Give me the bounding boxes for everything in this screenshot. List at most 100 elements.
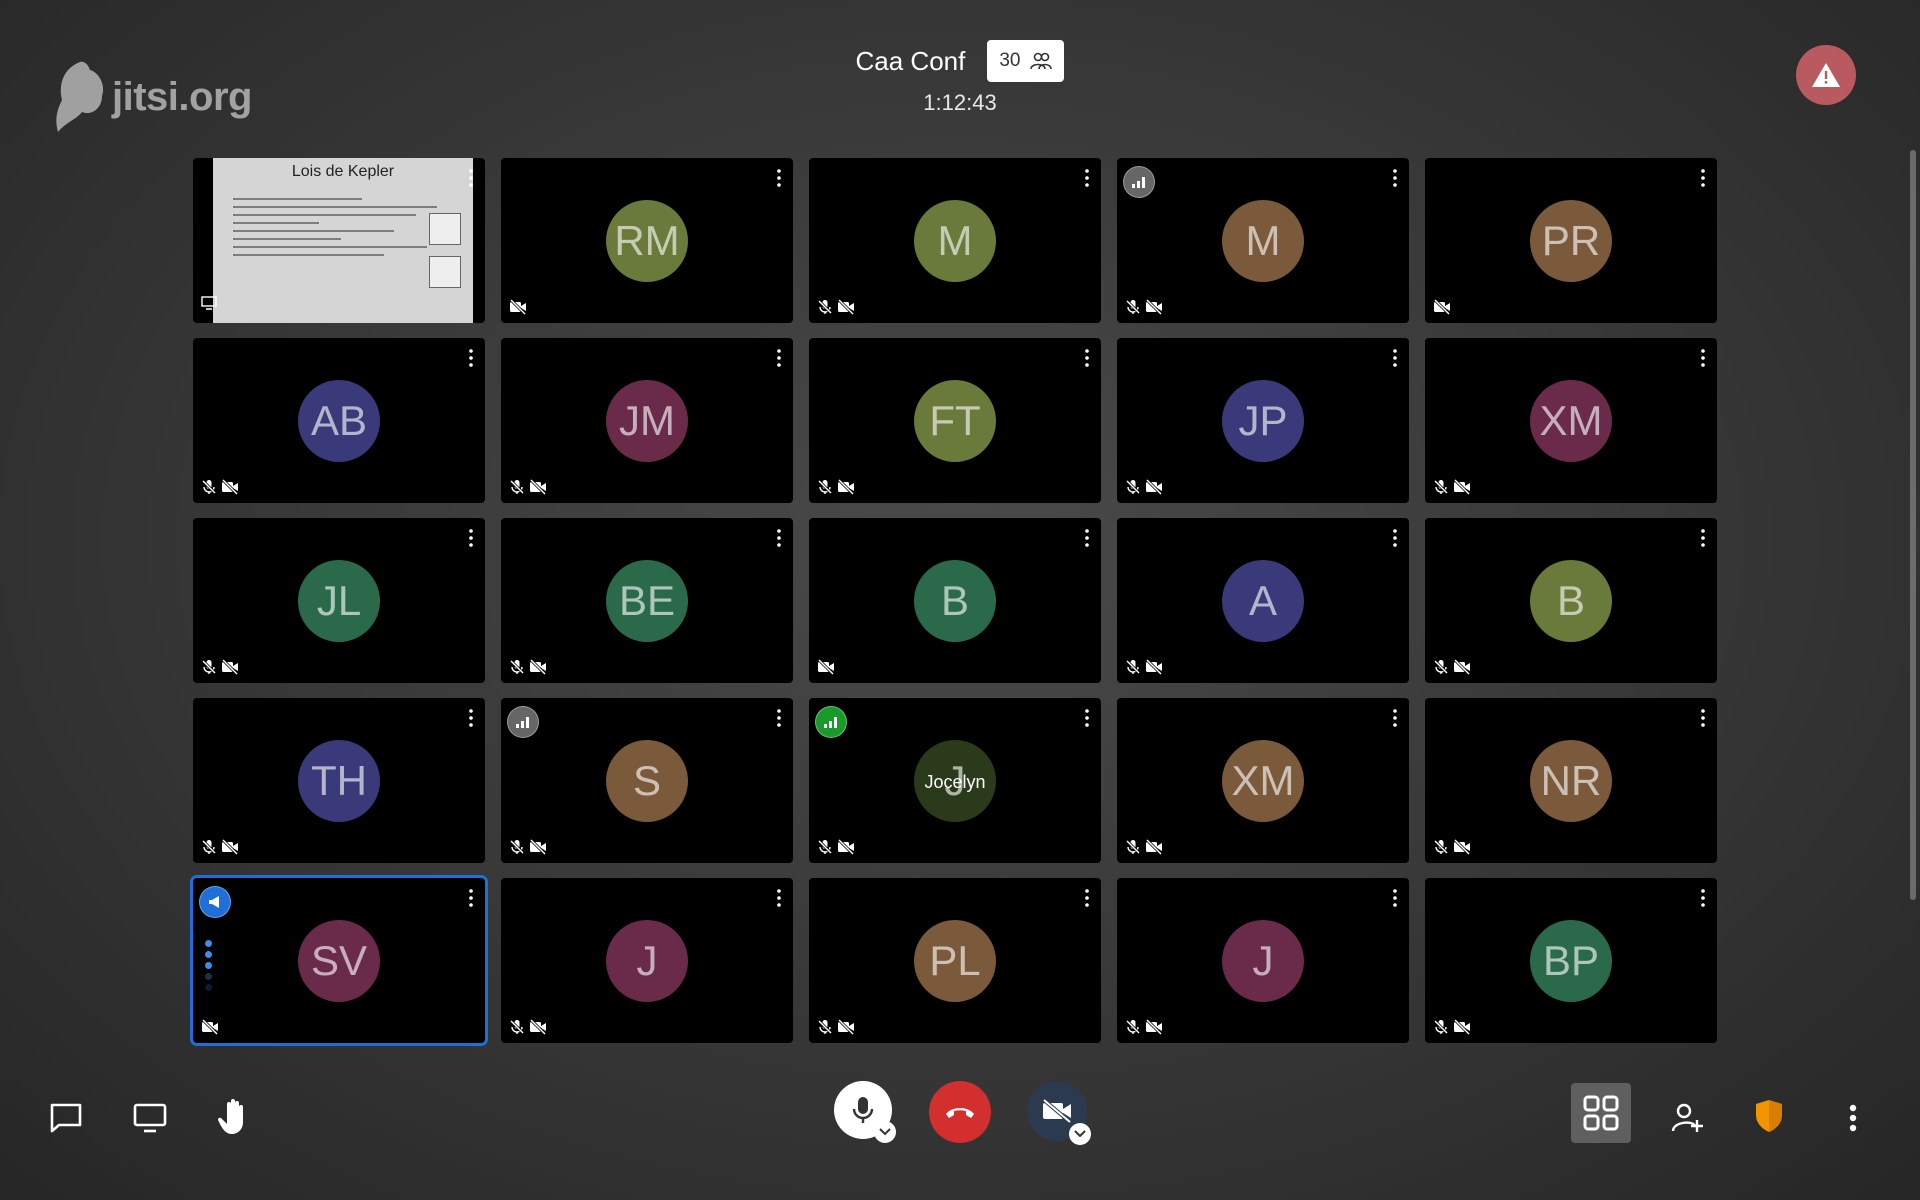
participant-tile[interactable]: XM bbox=[1117, 698, 1409, 863]
status-indicators bbox=[1125, 1019, 1163, 1035]
microphone-options-button[interactable] bbox=[874, 1121, 896, 1143]
status-indicators bbox=[1125, 659, 1163, 675]
participant-tile[interactable]: J bbox=[501, 878, 793, 1043]
participant-tile[interactable]: FT bbox=[809, 338, 1101, 503]
participant-tile[interactable]: XM bbox=[1425, 338, 1717, 503]
more-icon[interactable] bbox=[1083, 888, 1091, 908]
participant-tile[interactable]: SV bbox=[193, 878, 485, 1043]
security-icon bbox=[1756, 1100, 1782, 1132]
raise-hand-button[interactable] bbox=[214, 1096, 256, 1138]
more-icon[interactable] bbox=[1699, 348, 1707, 368]
status-indicators bbox=[1433, 479, 1471, 495]
participant-tile[interactable]: A bbox=[1117, 518, 1409, 683]
more-icon[interactable] bbox=[1083, 528, 1091, 548]
more-icon[interactable] bbox=[1699, 528, 1707, 548]
participant-tile[interactable]: NR bbox=[1425, 698, 1717, 863]
more-icon[interactable] bbox=[1699, 888, 1707, 908]
more-icon[interactable] bbox=[467, 168, 475, 188]
avatar-initials: JP bbox=[1238, 396, 1288, 444]
security-button[interactable] bbox=[1751, 1096, 1787, 1136]
more-icon[interactable] bbox=[467, 888, 475, 908]
avatar: M bbox=[1222, 199, 1304, 282]
participant-tile[interactable]: AB bbox=[193, 338, 485, 503]
avatar: FT bbox=[914, 379, 996, 462]
camera-off-icon bbox=[1453, 659, 1471, 675]
avatar-initials: XM bbox=[1231, 756, 1295, 804]
participant-tile[interactable]: B bbox=[1425, 518, 1717, 683]
more-icon[interactable] bbox=[1699, 708, 1707, 728]
audio-level-indicator bbox=[205, 936, 213, 995]
more-icon[interactable] bbox=[1391, 348, 1399, 368]
tile-view-button[interactable] bbox=[1571, 1083, 1631, 1143]
participant-tile[interactable]: JP bbox=[1117, 338, 1409, 503]
more-icon[interactable] bbox=[467, 348, 475, 368]
camera-off-icon bbox=[529, 479, 547, 495]
participant-tile[interactable]: B bbox=[809, 518, 1101, 683]
chat-button[interactable] bbox=[46, 1098, 86, 1138]
chat-icon bbox=[50, 1103, 82, 1133]
mic-muted-icon bbox=[1125, 659, 1141, 675]
status-indicators bbox=[201, 479, 239, 495]
participant-tile[interactable]: JL bbox=[193, 518, 485, 683]
camera-off-icon bbox=[1453, 839, 1471, 855]
participant-tile[interactable]: J bbox=[1117, 878, 1409, 1043]
more-icon[interactable] bbox=[775, 888, 783, 908]
mic-muted-icon bbox=[509, 1019, 525, 1035]
camera-button[interactable] bbox=[1027, 1081, 1091, 1145]
camera-off-icon bbox=[221, 659, 239, 675]
participant-tile[interactable]: BP bbox=[1425, 878, 1717, 1043]
more-icon[interactable] bbox=[1083, 168, 1091, 188]
participant-tile[interactable]: PL bbox=[809, 878, 1101, 1043]
mic-muted-icon bbox=[201, 659, 217, 675]
more-icon[interactable] bbox=[1391, 168, 1399, 188]
invite-button[interactable] bbox=[1667, 1098, 1707, 1138]
slide-figure bbox=[429, 213, 461, 245]
more-icon[interactable] bbox=[467, 708, 475, 728]
avatar: JP bbox=[1222, 379, 1304, 462]
participant-tile[interactable]: J Jocelyn bbox=[809, 698, 1101, 863]
more-icon[interactable] bbox=[1083, 708, 1091, 728]
toolbar bbox=[0, 1050, 1920, 1200]
connection-indicator[interactable] bbox=[507, 706, 539, 738]
more-icon[interactable] bbox=[775, 348, 783, 368]
hangup-icon bbox=[946, 1108, 974, 1118]
more-icon[interactable] bbox=[1083, 348, 1091, 368]
mic-muted-icon bbox=[1125, 299, 1141, 315]
more-icon[interactable] bbox=[1699, 168, 1707, 188]
screen-share-tile[interactable]: Lois de Kepler bbox=[193, 158, 485, 323]
microphone-button[interactable] bbox=[834, 1081, 896, 1143]
more-icon[interactable] bbox=[775, 528, 783, 548]
participant-tile[interactable]: BE bbox=[501, 518, 793, 683]
more-actions-button[interactable] bbox=[1838, 1098, 1868, 1138]
participant-tile[interactable]: TH bbox=[193, 698, 485, 863]
participants-count-button[interactable]: 30 bbox=[987, 40, 1065, 82]
screen-share-button[interactable] bbox=[130, 1098, 170, 1138]
connection-indicator[interactable] bbox=[815, 706, 847, 738]
camera-options-button[interactable] bbox=[1069, 1123, 1091, 1145]
avatar: PR bbox=[1530, 199, 1612, 282]
hangup-button[interactable] bbox=[929, 1081, 991, 1143]
more-icon[interactable] bbox=[775, 168, 783, 188]
more-icon[interactable] bbox=[775, 708, 783, 728]
grid-scrollbar[interactable] bbox=[1910, 150, 1916, 900]
mic-muted-icon bbox=[509, 479, 525, 495]
avatar-initials: JM bbox=[619, 396, 675, 444]
participant-tile[interactable]: PR bbox=[1425, 158, 1717, 323]
avatar: BP bbox=[1530, 919, 1612, 1002]
participant-tile[interactable]: M bbox=[809, 158, 1101, 323]
avatar-initials: S bbox=[632, 756, 661, 804]
participant-tile[interactable]: RM bbox=[501, 158, 793, 323]
connection-indicator[interactable] bbox=[1123, 166, 1155, 198]
more-icon[interactable] bbox=[1391, 888, 1399, 908]
more-icon[interactable] bbox=[1391, 708, 1399, 728]
participant-tile[interactable]: JM bbox=[501, 338, 793, 503]
megaphone-icon bbox=[209, 896, 219, 908]
more-icon[interactable] bbox=[467, 528, 475, 548]
participant-tile[interactable]: M bbox=[1117, 158, 1409, 323]
more-icon[interactable] bbox=[1391, 528, 1399, 548]
avatar-initials: M bbox=[937, 216, 973, 264]
participant-tile[interactable]: S bbox=[501, 698, 793, 863]
mic-muted-icon bbox=[1433, 1019, 1449, 1035]
warning-button[interactable] bbox=[1796, 45, 1856, 105]
avatar: NR bbox=[1530, 739, 1612, 822]
